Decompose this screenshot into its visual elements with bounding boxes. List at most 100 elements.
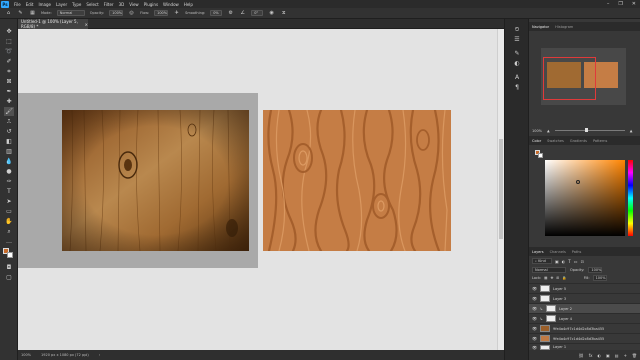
minimize-button[interactable]: – xyxy=(607,1,610,7)
properties-panel-icon[interactable]: ☰ xyxy=(512,35,522,44)
symmetry-icon[interactable]: ⧖ xyxy=(280,10,287,17)
layer-row[interactable]: 👁 Layer 3 xyxy=(529,293,640,303)
adjustments-panel-icon[interactable]: ◐ xyxy=(512,59,522,68)
menu-3d[interactable]: 3D xyxy=(119,2,125,7)
menu-file[interactable]: File xyxy=(14,2,21,7)
healing-tool-icon[interactable]: ✚ xyxy=(4,97,14,106)
menu-help[interactable]: Help xyxy=(184,2,193,7)
visibility-eye-icon[interactable]: 👁 xyxy=(532,336,537,341)
menu-filter[interactable]: Filter xyxy=(104,2,114,7)
paragraph-panel-icon[interactable]: ¶ xyxy=(512,83,522,92)
pressure-opacity-icon[interactable]: ◎ xyxy=(128,10,135,17)
lock-all-icon[interactable]: 🔒 xyxy=(562,276,566,280)
pen-tool-icon[interactable]: ✑ xyxy=(4,177,14,186)
lock-artboard-icon[interactable]: ⊞ xyxy=(556,276,559,280)
eyedropper-tool-icon[interactable]: ✒ xyxy=(4,87,14,96)
tab-color[interactable]: Color xyxy=(532,139,541,143)
tab-navigator[interactable]: Navigator xyxy=(532,25,549,29)
visibility-eye-icon[interactable]: 👁 xyxy=(532,316,537,321)
hand-tool-icon[interactable]: ✋ xyxy=(4,217,14,226)
color-picker-cursor[interactable] xyxy=(576,180,580,184)
lasso-tool-icon[interactable]: ➰ xyxy=(4,47,14,56)
menu-image[interactable]: Image xyxy=(38,2,51,7)
visibility-eye-icon[interactable]: 👁 xyxy=(532,306,537,311)
zoom-slider-knob[interactable] xyxy=(584,128,588,132)
menu-edit[interactable]: Edit xyxy=(26,2,34,7)
document-tab[interactable]: Untitled-1 @ 100% (Layer 5, RGB/8) * × xyxy=(18,19,88,29)
history-brush-tool-icon[interactable]: ↺ xyxy=(4,127,14,136)
layer-row-selected[interactable]: 👁 ↳ Layer 2 xyxy=(529,303,640,313)
tab-paths[interactable]: Paths xyxy=(572,250,582,254)
menu-window[interactable]: Window xyxy=(163,2,179,7)
rectangle-tool-icon[interactable]: ▭ xyxy=(4,207,14,216)
smoothing-settings-icon[interactable]: ⚙ xyxy=(227,10,234,17)
filter-adjustment-icon[interactable]: ◐ xyxy=(562,259,566,264)
layer-mask-icon[interactable]: ▣ xyxy=(606,353,610,358)
color-picker-field[interactable] xyxy=(545,160,625,236)
layer-style-icon[interactable]: fx xyxy=(589,353,593,358)
lock-pixels-icon[interactable]: ▦ xyxy=(544,276,547,280)
tab-swatches[interactable]: Swatches xyxy=(547,139,564,143)
tab-layers[interactable]: Layers xyxy=(532,250,544,254)
layer-row[interactable]: 👁 9fe4a4c97c1d4d2c8d3ba455 xyxy=(529,333,640,343)
blur-tool-icon[interactable]: 💧 xyxy=(4,157,14,166)
close-tab-icon[interactable]: × xyxy=(85,22,88,27)
background-color-swatch[interactable] xyxy=(7,252,13,258)
adjustment-layer-icon[interactable]: ◐ xyxy=(598,353,602,358)
delete-layer-icon[interactable]: 🗑 xyxy=(632,353,637,358)
eraser-tool-icon[interactable]: ◧ xyxy=(4,137,14,146)
filter-smart-icon[interactable]: ⊡ xyxy=(581,259,584,264)
smoothing-field[interactable]: 0% xyxy=(210,10,223,16)
history-panel-icon[interactable]: ⏲ xyxy=(512,25,522,34)
gradient-tool-icon[interactable]: ▥ xyxy=(4,147,14,156)
tab-gradients[interactable]: Gradients xyxy=(570,139,587,143)
new-layer-icon[interactable]: + xyxy=(624,353,627,358)
character-panel-icon[interactable]: A xyxy=(512,73,522,82)
close-window-button[interactable]: ✕ xyxy=(632,1,636,7)
crop-tool-icon[interactable]: ⌗ xyxy=(4,67,14,76)
marquee-tool-icon[interactable]: ⬚ xyxy=(4,37,14,46)
tab-patterns[interactable]: Patterns xyxy=(593,139,607,143)
flow-field[interactable]: 100% xyxy=(154,10,169,16)
type-tool-icon[interactable]: T xyxy=(4,187,14,196)
menu-type[interactable]: Type xyxy=(72,2,81,7)
move-tool-icon[interactable]: ✥ xyxy=(4,27,14,36)
brush-tool-icon[interactable]: 🖌 xyxy=(4,107,14,116)
menu-plugins[interactable]: Plugins xyxy=(144,2,158,7)
filter-shape-icon[interactable]: ▭ xyxy=(574,259,578,264)
navigator-zoom-value[interactable]: 100% xyxy=(532,129,542,133)
brush-preset-icon[interactable]: ✎ xyxy=(17,10,24,17)
zoom-tool-icon[interactable]: ⌕ xyxy=(4,227,14,236)
airbrush-icon[interactable]: ✈ xyxy=(173,10,180,17)
visibility-eye-icon[interactable]: 👁 xyxy=(532,345,537,350)
navigator-zoom-slider[interactable] xyxy=(554,128,625,132)
more-tools-icon[interactable]: … xyxy=(4,237,14,246)
scrollbar-thumb[interactable] xyxy=(499,139,503,239)
quick-select-tool-icon[interactable]: ✐ xyxy=(4,57,14,66)
tab-histogram[interactable]: Histogram xyxy=(555,25,573,29)
menu-view[interactable]: View xyxy=(129,2,139,7)
maximize-button[interactable]: ❐ xyxy=(618,1,622,7)
brush-settings-panel-icon[interactable]: ✎ xyxy=(512,49,522,58)
lock-position-icon[interactable]: ✥ xyxy=(550,276,553,280)
dodge-tool-icon[interactable]: ● xyxy=(4,167,14,176)
canvas-vertical-scrollbar[interactable] xyxy=(497,29,504,350)
mode-select[interactable]: Normal xyxy=(56,10,85,16)
tab-channels[interactable]: Channels xyxy=(550,250,566,254)
visibility-eye-icon[interactable]: 👁 xyxy=(532,286,537,291)
layer-row[interactable]: 👁 Layer 1 xyxy=(529,343,640,350)
visibility-eye-icon[interactable]: 👁 xyxy=(532,296,537,301)
blend-mode-select[interactable]: Normal xyxy=(532,267,566,273)
menu-layer[interactable]: Layer xyxy=(56,2,67,7)
canvas-area[interactable] xyxy=(18,29,504,350)
zoom-out-icon[interactable]: ▲ xyxy=(547,129,550,133)
brush-settings-icon[interactable]: ▦ xyxy=(29,10,36,17)
angle-field[interactable]: 0° xyxy=(251,10,264,16)
screen-mode-icon[interactable]: ▢ xyxy=(4,273,14,282)
group-icon[interactable]: ▤ xyxy=(615,353,619,358)
zoom-in-icon[interactable]: ▲ xyxy=(630,129,633,133)
layer-row[interactable]: 👁 Layer 5 xyxy=(529,283,640,293)
menu-select[interactable]: Select xyxy=(86,2,98,7)
clone-stamp-tool-icon[interactable]: ⎍ xyxy=(4,117,14,126)
layer-row[interactable]: 👁 ↳ Layer 4 xyxy=(529,313,640,323)
